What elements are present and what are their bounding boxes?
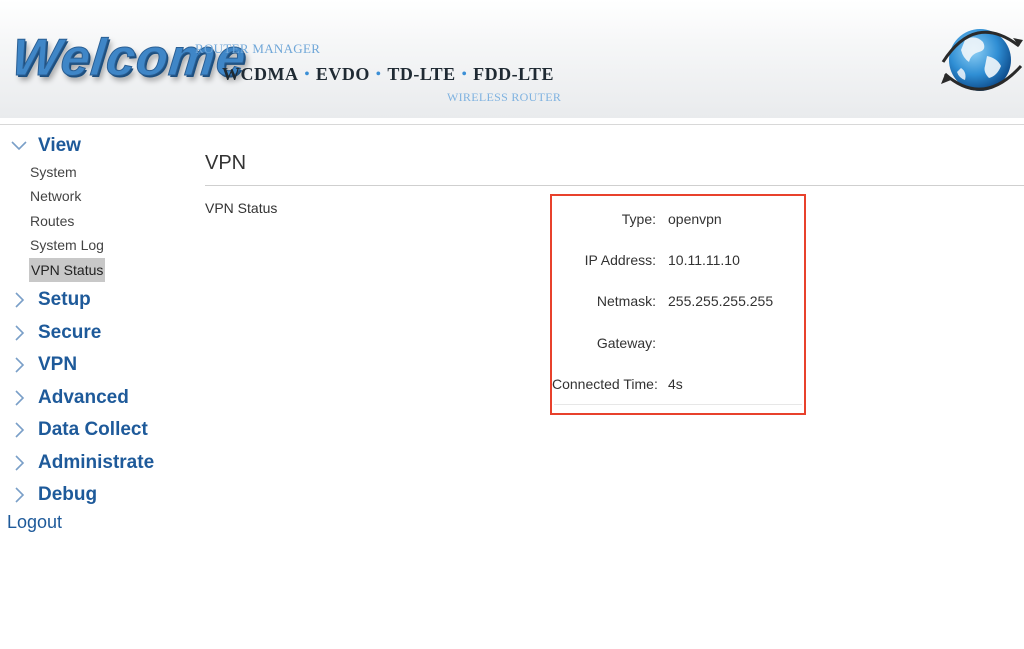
status-value — [668, 335, 804, 355]
chevron-right-icon — [8, 289, 30, 311]
header-divider — [0, 124, 1024, 125]
router-manager-label: ROUTER MANAGER — [195, 41, 321, 56]
section-label: VPN Status — [205, 200, 278, 216]
title-divider — [205, 185, 1024, 186]
status-value: openvpn — [668, 211, 722, 227]
chevron-right-icon — [8, 387, 30, 409]
sidebar-nav: View System Network Routes System Log VP… — [0, 130, 190, 512]
sidebar-item-network[interactable]: Network — [29, 184, 82, 209]
chevron-right-icon — [8, 419, 30, 441]
tech-wcdma: WCDMA — [222, 64, 299, 84]
tech-fdd-lte: FDD-LTE — [473, 64, 554, 84]
status-value: 10.11.11.10 — [668, 252, 740, 268]
logout-link[interactable]: Logout — [7, 512, 62, 533]
status-key: Netmask: — [596, 293, 656, 309]
nav-group-data-collect[interactable]: Data Collect — [0, 414, 190, 447]
chevron-right-icon — [8, 354, 30, 376]
bullet-icon: • — [375, 67, 382, 82]
sidebar-item-vpn-status[interactable]: VPN Status — [29, 257, 106, 282]
nav-group-vpn[interactable]: VPN — [0, 349, 190, 382]
bullet-icon: • — [461, 67, 468, 82]
view-subitems: System Network Routes System Log VPN Sta… — [0, 160, 190, 282]
nav-group-label: VPN — [38, 354, 78, 376]
globe-icon — [935, 10, 1023, 106]
tech-evdo: EVDO — [315, 64, 370, 84]
nav-group-label: Debug — [38, 484, 98, 506]
network-tech-list: WCDMA • EVDO • TD-LTE • FDD-LTE — [222, 64, 554, 85]
tech-td-lte: TD-LTE — [387, 64, 456, 84]
nav-group-debug[interactable]: Debug — [0, 479, 190, 512]
nav-group-label: Secure — [38, 321, 102, 343]
nav-group-label: Setup — [38, 289, 91, 311]
status-divider — [554, 404, 802, 405]
status-value: 255.255.255.255 — [668, 293, 774, 309]
nav-group-advanced[interactable]: Advanced — [0, 382, 190, 415]
nav-group-label: Data Collect — [38, 419, 148, 441]
nav-group-label: Administrate — [38, 451, 155, 473]
nav-group-administrate[interactable]: Administrate — [0, 447, 190, 480]
nav-group-label: View — [38, 135, 81, 157]
header-banner: Welcome ROUTER MANAGER WCDMA • EVDO • TD-LTE… — [0, 0, 1024, 118]
wireless-router-label: WIRELESS ROUTER — [447, 90, 562, 104]
nav-group-secure[interactable]: Secure — [0, 317, 190, 350]
status-key: Gateway: — [596, 335, 656, 351]
status-key: Connected Time: — [552, 376, 658, 392]
nav-group-view[interactable]: View — [0, 130, 190, 163]
bullet-icon: • — [304, 67, 310, 82]
vpn-status-panel: Type: openvpn IP Address: 10.11.11.10 Ne… — [550, 194, 806, 415]
sidebar-item-routes[interactable]: Routes — [29, 209, 75, 234]
status-key: IP Address: — [584, 252, 656, 268]
page-title: VPN — [205, 152, 247, 174]
chevron-down-icon — [8, 135, 30, 157]
sidebar-item-system[interactable]: System — [29, 160, 78, 185]
status-value: 4s — [668, 376, 683, 392]
sidebar-item-system-log[interactable]: System Log — [29, 233, 105, 258]
status-row-type: Type: openvpn — [552, 211, 804, 231]
nav-group-label: Advanced — [38, 386, 129, 408]
chevron-right-icon — [8, 322, 30, 344]
welcome-logo: Welcome — [8, 29, 250, 88]
status-key: Type: — [621, 211, 656, 227]
status-row-ip-address: IP Address: 10.11.11.10 — [552, 252, 804, 272]
status-row-gateway: Gateway: — [552, 335, 804, 355]
status-row-netmask: Netmask: 255.255.255.255 — [552, 293, 804, 313]
chevron-right-icon — [8, 484, 30, 506]
nav-group-setup[interactable]: Setup — [0, 284, 190, 317]
status-row-connected-time: Connected Time: 4s — [552, 376, 804, 396]
chevron-right-icon — [8, 452, 30, 474]
